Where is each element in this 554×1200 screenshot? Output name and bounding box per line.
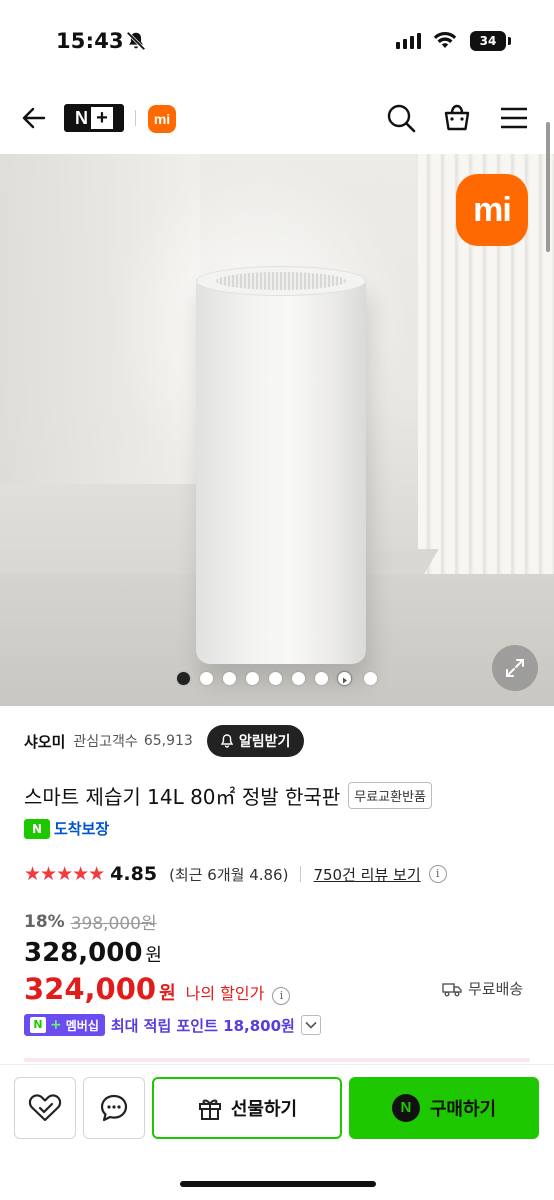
status-bar: 15:43 34 (0, 0, 554, 82)
store-name[interactable]: 샤오미 (24, 731, 65, 752)
product-image-carousel[interactable]: mi (0, 154, 554, 706)
store-info: 샤오미 관심고객수 65,913 알림받기 (24, 724, 305, 758)
my-price-label: 나의 할인가 (185, 984, 265, 1003)
star-rating-icon: ★★★★★ (24, 863, 105, 885)
followers-count: 65,913 (143, 733, 193, 749)
plus-icon: + (91, 107, 113, 129)
shipping-info: 무료배송 (442, 978, 523, 999)
battery-tip (508, 37, 511, 45)
home-indicator[interactable] (180, 1181, 376, 1187)
rating-row: ★★★★★ 4.85 (최근 6개월 4.86) 750건 리뷰 보기 i (24, 863, 447, 885)
carousel-dot[interactable] (177, 672, 190, 685)
status-time: 15:43 (56, 29, 124, 53)
back-arrow-icon[interactable] (20, 104, 48, 132)
reviews-link[interactable]: 750건 리뷰 보기 (313, 864, 420, 885)
my-price-value: 324,000 (24, 972, 157, 1006)
scroll-indicator[interactable] (546, 122, 550, 252)
carousel-dot[interactable] (364, 672, 377, 685)
battery-icon: 34 (470, 31, 506, 51)
carousel-indicator (0, 671, 554, 686)
arrival-guarantee-label: 도착보장 (54, 820, 110, 838)
info-icon[interactable]: i (272, 987, 291, 1005)
xiaomi-store-logo[interactable]: mi (148, 105, 176, 133)
membership-label: 멤버십 (65, 1018, 99, 1033)
naver-plus-logo[interactable]: N + (64, 104, 124, 132)
plus-icon: + (50, 1017, 62, 1033)
rating-divider (300, 866, 302, 882)
arrival-guarantee[interactable]: N 도착보장 (24, 818, 109, 839)
carousel-video-dot[interactable] (337, 671, 352, 686)
max-points-text: 최대 적립 포인트 18,800원 (110, 1016, 295, 1035)
bell-muted-icon (126, 31, 146, 51)
points-expand-button[interactable] (300, 1015, 321, 1035)
buy-button[interactable]: N 구매하기 (349, 1077, 539, 1139)
naver-plus-logo-text: N (75, 107, 88, 128)
discount-row: 18% 398,000원 (24, 909, 157, 935)
carousel-dot[interactable] (315, 672, 328, 685)
carousel-dot[interactable] (269, 672, 282, 685)
play-icon (343, 677, 347, 684)
recent-rating: (최근 6개월 4.86) (169, 865, 289, 884)
notify-button-label: 알림받기 (238, 734, 291, 750)
wishlist-button[interactable] (14, 1077, 76, 1139)
chevron-down-icon (305, 1021, 317, 1029)
free-return-badge[interactable]: 무료교환반품 (348, 782, 432, 809)
my-price-unit: 원 (159, 983, 176, 1004)
sale-price: 328,000 원 (24, 938, 162, 968)
bell-plus-icon (220, 734, 234, 748)
carousel-dot[interactable] (292, 672, 305, 685)
heart-icon (28, 1094, 62, 1122)
info-icon[interactable]: i (428, 865, 447, 883)
discount-percent: 18% (24, 911, 65, 932)
gift-button[interactable]: 선물하기 (152, 1077, 342, 1139)
sale-price-value: 328,000 (24, 938, 143, 968)
product-dehumidifier-image (196, 266, 366, 664)
product-title-row: 스마트 제습기 14L 80㎡ 정발 한국판 무료교환반품 (24, 781, 432, 810)
carousel-dot[interactable] (246, 672, 259, 685)
header-divider (135, 110, 136, 126)
naver-plus-membership-badge: N + 멤버십 (24, 1014, 105, 1036)
search-icon[interactable] (385, 102, 417, 134)
membership-points: N + 멤버십 최대 적립 포인트 18,800원 (24, 1014, 321, 1036)
notify-button[interactable]: 알림받기 (206, 725, 305, 757)
cell-signal-icon (396, 33, 421, 49)
wifi-icon (433, 31, 457, 48)
menu-icon[interactable] (498, 102, 530, 134)
rating-score: 4.85 (110, 863, 158, 885)
product-title: 스마트 제습기 14L 80㎡ 정발 한국판 (24, 785, 341, 809)
gift-button-label: 선물하기 (230, 1099, 298, 1120)
chat-button[interactable] (83, 1077, 145, 1139)
shipping-label: 무료배송 (468, 980, 524, 998)
buy-button-label: 구매하기 (429, 1099, 497, 1120)
followers-label: 관심고객수 (73, 734, 138, 750)
arrival-truck-icon: N (24, 818, 50, 839)
my-discount-price: 324,000 원 나의 할인가 i (24, 972, 291, 1006)
truck-icon (442, 982, 462, 996)
carousel-dot[interactable] (223, 672, 236, 685)
promo-banner-edge (24, 1058, 530, 1062)
gift-icon (198, 1099, 221, 1120)
bottom-action-bar: 선물하기 N 구매하기 (0, 1064, 554, 1200)
carousel-dot[interactable] (200, 672, 213, 685)
naver-n-icon: N (30, 1017, 46, 1033)
shopping-bag-icon[interactable] (441, 102, 473, 134)
top-nav: N + mi (0, 82, 554, 154)
original-price: 398,000원 (70, 914, 157, 934)
sale-price-unit: 원 (145, 945, 162, 966)
chat-bubble-icon (100, 1094, 128, 1122)
xiaomi-logo-overlay: mi (456, 174, 528, 246)
naver-pay-icon: N (391, 1094, 420, 1122)
